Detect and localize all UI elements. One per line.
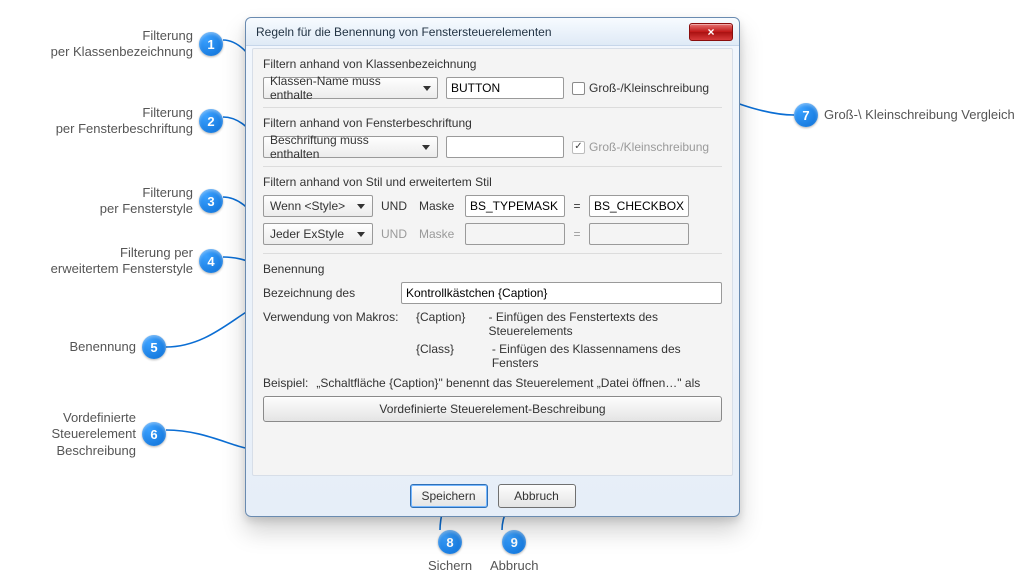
dialog-buttons: Speichern Abbruch xyxy=(246,484,739,508)
callout-6-label: Vordefinierte Steuerelement Beschreibung xyxy=(51,410,136,459)
callout-5-label: Benennung xyxy=(69,339,136,355)
section-style-filter: Filtern anhand von Stil und erweitertem … xyxy=(263,175,722,254)
macro-class-desc: - Einfügen des Klassennamens des Fenster… xyxy=(492,342,722,370)
cancel-button[interactable]: Abbruch xyxy=(498,484,576,508)
style-eq: = xyxy=(573,199,581,213)
class-value-input[interactable] xyxy=(446,77,564,99)
class-case-label: Groß-/Kleinschreibung xyxy=(589,81,709,95)
callout-7-label: Groß-\ Kleinschreibung Vergleich xyxy=(824,107,1015,123)
macros-label: Verwendung von Makros: xyxy=(263,310,408,324)
style-and-label: UND xyxy=(381,199,411,213)
predefined-description-label: Vordefinierte Steuerelement-Beschreibung xyxy=(379,402,605,416)
class-case-checkbox[interactable]: Groß-/Kleinschreibung xyxy=(572,81,709,95)
macro-caption-name: {Caption} xyxy=(416,310,471,338)
caption-value-input[interactable] xyxy=(446,136,564,158)
dialog-client: Filtern anhand von Klassenbezeichnung Kl… xyxy=(252,48,733,476)
caption-case-label: Groß-/Kleinschreibung xyxy=(589,140,709,154)
section-caption-filter: Filtern anhand von Fensterbeschriftung B… xyxy=(263,116,722,167)
class-match-combo[interactable]: Klassen-Name muss enthalte xyxy=(263,77,438,99)
close-button[interactable]: × xyxy=(689,23,733,41)
cancel-button-label: Abbruch xyxy=(514,489,559,503)
callout-8: 8 Sichern xyxy=(428,530,472,574)
macro-caption-desc: - Einfügen des Fenstertexts des Steuerel… xyxy=(489,310,722,338)
section-style-heading: Filtern anhand von Stil und erweitertem … xyxy=(263,175,722,189)
callout-4-label: Filterung per erweitertem Fensterstyle xyxy=(51,245,193,278)
callout-badge-7: 7 xyxy=(794,103,818,127)
callout-badge-1: 1 xyxy=(199,32,223,56)
save-button[interactable]: Speichern xyxy=(410,484,488,508)
callout-6: Vordefinierte Steuerelement Beschreibung… xyxy=(35,410,166,459)
titlebar: Regeln für die Benennung von Fenstersteu… xyxy=(246,18,739,46)
callout-badge-5: 5 xyxy=(142,335,166,359)
checkbox-icon xyxy=(572,141,585,154)
dialog-title: Regeln für die Benennung von Fenstersteu… xyxy=(256,25,689,39)
callout-badge-3: 3 xyxy=(199,189,223,213)
callout-3-label: Filterung per Fensterstyle xyxy=(100,185,193,218)
callout-badge-8: 8 xyxy=(438,530,462,554)
section-naming: Benennung Bezeichnung des Verwendung von… xyxy=(263,262,722,422)
caption-case-checkbox: Groß-/Kleinschreibung xyxy=(572,140,709,154)
callout-9: 9 Abbruch xyxy=(490,530,538,574)
style-mask-input[interactable] xyxy=(465,195,565,217)
section-naming-heading: Benennung xyxy=(263,262,722,276)
exstyle-and-label: UND xyxy=(381,227,411,241)
exstyle-mask-label: Maske xyxy=(419,227,457,241)
callout-badge-9: 9 xyxy=(502,530,526,554)
checkbox-icon xyxy=(572,82,585,95)
callout-5: Benennung 5 xyxy=(35,335,166,359)
style-mask-label: Maske xyxy=(419,199,457,213)
dialog-window: Regeln für die Benennung von Fenstersteu… xyxy=(245,17,740,517)
callout-2-label: Filterung per Fensterbeschriftung xyxy=(56,105,193,138)
callout-9-label: Abbruch xyxy=(490,558,538,574)
callout-7: Groß-\ Kleinschreibung Vergleich 7 xyxy=(794,103,1015,127)
save-button-label: Speichern xyxy=(421,489,475,503)
naming-label: Bezeichnung des xyxy=(263,286,393,300)
exstyle-mask-input xyxy=(465,223,565,245)
callout-3: Filterung per Fensterstyle 3 xyxy=(35,185,223,218)
callout-badge-2: 2 xyxy=(199,109,223,133)
example-text: „Schaltfläche {Caption}" benennt das Ste… xyxy=(316,376,700,390)
naming-input[interactable] xyxy=(401,282,722,304)
callout-1: Filterung per Klassenbezeichnung 1 xyxy=(35,28,223,61)
callout-badge-6: 6 xyxy=(142,422,166,446)
section-caption-heading: Filtern anhand von Fensterbeschriftung xyxy=(263,116,722,130)
chevron-down-icon xyxy=(354,196,368,216)
close-icon: × xyxy=(707,25,714,39)
predefined-description-button[interactable]: Vordefinierte Steuerelement-Beschreibung xyxy=(263,396,722,422)
chevron-down-icon xyxy=(354,224,368,244)
callout-badge-4: 4 xyxy=(199,249,223,273)
callout-1-label: Filterung per Klassenbezeichnung xyxy=(51,28,193,61)
callout-2: Filterung per Fensterbeschriftung 2 xyxy=(35,105,223,138)
style-combo[interactable]: Wenn <Style> xyxy=(263,195,373,217)
section-class-filter: Filtern anhand von Klassenbezeichnung Kl… xyxy=(263,57,722,108)
callout-4: Filterung per erweitertem Fensterstyle 4 xyxy=(35,245,223,278)
chevron-down-icon xyxy=(420,137,433,157)
caption-match-combo-value: Beschriftung muss enthalten xyxy=(270,133,414,161)
style-combo-value: Wenn <Style> xyxy=(270,199,345,213)
chevron-down-icon xyxy=(420,78,433,98)
caption-match-combo[interactable]: Beschriftung muss enthalten xyxy=(263,136,438,158)
exstyle-eq: = xyxy=(573,227,581,241)
exstyle-result-input xyxy=(589,223,689,245)
example-label: Beispiel: xyxy=(263,376,308,390)
class-match-combo-value: Klassen-Name muss enthalte xyxy=(270,74,414,102)
section-class-heading: Filtern anhand von Klassenbezeichnung xyxy=(263,57,722,71)
exstyle-combo[interactable]: Jeder ExStyle xyxy=(263,223,373,245)
exstyle-combo-value: Jeder ExStyle xyxy=(270,227,344,241)
macro-class-name: {Class} xyxy=(416,342,474,370)
callout-8-label: Sichern xyxy=(428,558,472,574)
style-result-input[interactable] xyxy=(589,195,689,217)
